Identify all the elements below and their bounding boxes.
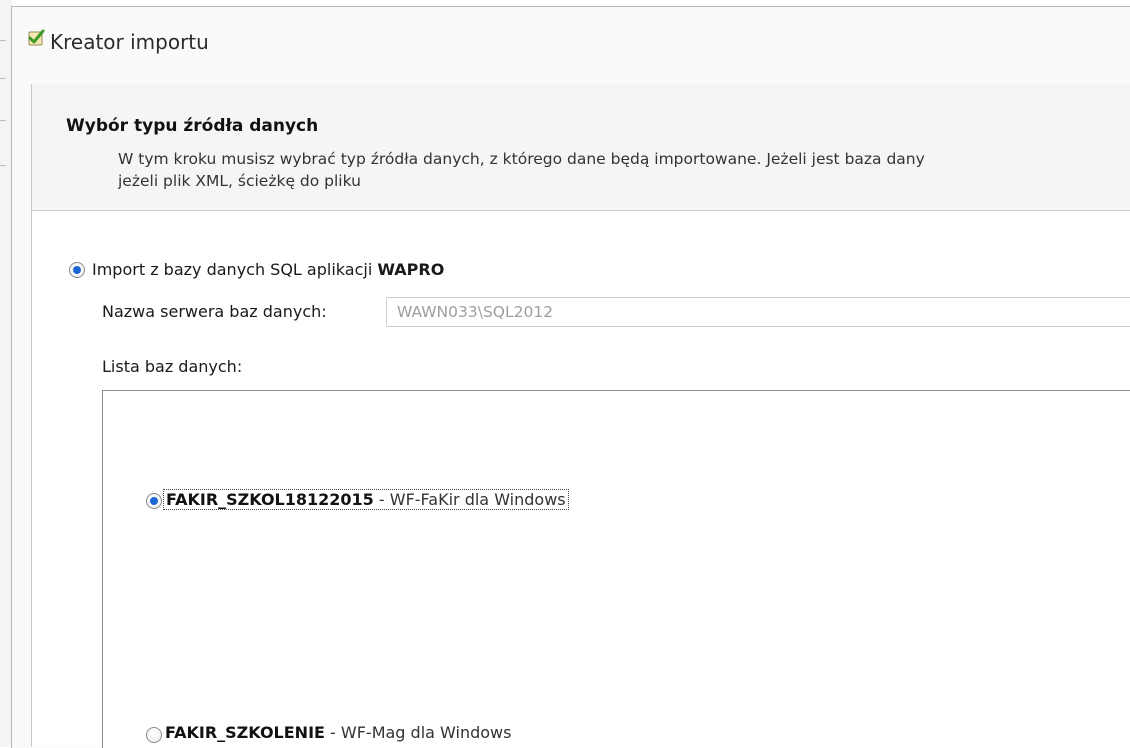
database-name: FAKIR_SZKOLENIE	[165, 723, 325, 742]
database-item-label[interactable]: FAKIR_SZKOL18122015 - WF-FaKir dla Windo…	[163, 489, 569, 510]
edge-tick	[0, 165, 6, 166]
server-name-label: Nazwa serwera baz danych:	[102, 302, 327, 321]
sql-import-label[interactable]: Import z bazy danych SQL aplikacji WAPRO	[92, 260, 444, 279]
database-app: - WF-Mag dla Windows	[324, 723, 512, 742]
wizard-page: Wybór typu źródła danych W tym kroku mus…	[31, 84, 1130, 748]
server-name-input[interactable]: WAWN033\SQL2012	[386, 297, 1130, 327]
sql-import-label-bold: WAPRO	[377, 260, 445, 279]
database-name: FAKIR_SZKOL18122015	[166, 490, 374, 509]
step-header: Wybór typu źródła danych W tym kroku mus…	[32, 84, 1130, 211]
sql-import-label-text: Import z bazy danych SQL aplikacji	[92, 260, 378, 279]
database-radio-fakir-szkolenie[interactable]	[146, 727, 162, 743]
step-description: W tym kroku musisz wybrać typ źródła dan…	[118, 150, 925, 190]
step-title: Wybór typu źródła danych	[66, 116, 319, 136]
import-wizard-check-icon	[28, 29, 45, 46]
database-item-label[interactable]: FAKIR_SZKOLENIE - WF-Mag dla Windows	[165, 723, 511, 742]
edge-tick	[0, 78, 6, 79]
sql-import-radio[interactable]	[69, 262, 85, 278]
database-list[interactable]: FAKIR_SZKOL18122015 - WF-FaKir dla Windo…	[102, 390, 1130, 748]
database-list-label: Lista baz danych:	[102, 357, 243, 376]
edge-tick	[0, 40, 6, 41]
database-radio-fakir-szkol18122015[interactable]	[146, 493, 162, 509]
edge-tick	[0, 120, 6, 121]
database-app: - WF-FaKir dla Windows	[373, 490, 566, 509]
window-title: Kreator importu	[50, 30, 209, 54]
